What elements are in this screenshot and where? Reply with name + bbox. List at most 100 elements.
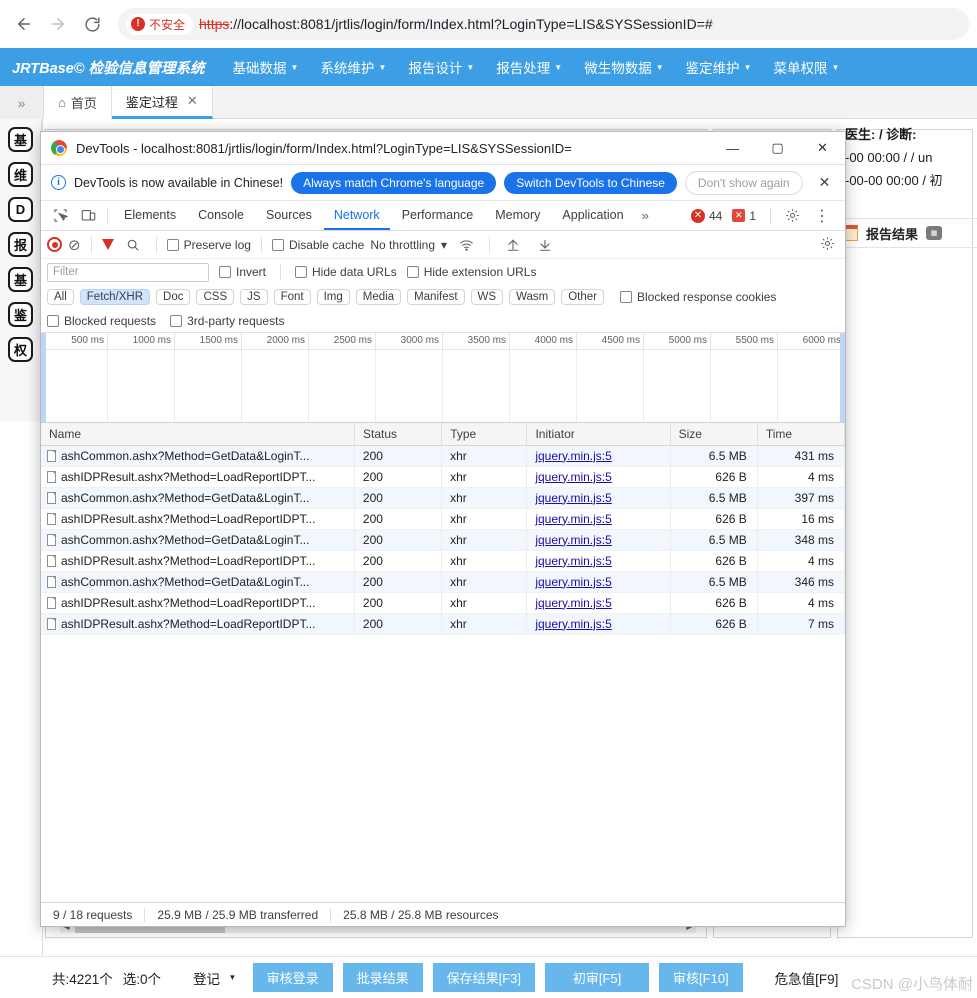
cell-name[interactable]: ashIDPResult.ashx?Method=LoadReportIDPT.… <box>41 550 355 572</box>
throttling-caret-icon[interactable]: ▾ <box>441 238 447 252</box>
network-overview-timeline[interactable]: 500 ms 1000 ms 1500 ms 2000 ms 2500 ms 3… <box>41 333 845 423</box>
table-row[interactable]: ashCommon.ashx?Method=GetData&LoginT... … <box>41 571 845 593</box>
checkbox-box[interactable] <box>47 314 59 327</box>
tab-performance[interactable]: Performance <box>392 202 484 230</box>
column-header-name[interactable]: Name <box>41 423 356 446</box>
tab-memory[interactable]: Memory <box>485 202 550 230</box>
column-header-status[interactable]: Status <box>355 423 443 446</box>
type-chip-font[interactable]: Font <box>273 289 311 305</box>
blocked-requests-checkbox[interactable]: Blocked requests <box>47 314 156 328</box>
cell-initiator[interactable]: jquery.min.js:5 <box>527 446 671 467</box>
minimize-button[interactable]: — <box>710 132 755 164</box>
close-button[interactable]: ✕ <box>800 132 845 164</box>
initiator-link[interactable]: jquery.min.js:5 <box>535 449 611 463</box>
preserve-log-checkbox[interactable]: Preserve log <box>166 238 251 252</box>
cell-name[interactable]: ashIDPResult.ashx?Method=LoadReportIDPT.… <box>41 592 355 614</box>
blocked-response-cookies-checkbox[interactable]: Blocked response cookies <box>620 290 776 304</box>
type-chip-other[interactable]: Other <box>561 289 604 305</box>
close-icon[interactable]: ✕ <box>187 93 198 109</box>
rail-icon-maintenance[interactable]: 维 <box>8 162 33 187</box>
filter-input[interactable]: Filter <box>47 262 209 282</box>
clear-icon[interactable]: ⊘ <box>68 236 81 254</box>
table-row[interactable]: ashCommon.ashx?Method=GetData&LoginT... … <box>41 446 845 467</box>
tab-elements[interactable]: Elements <box>114 202 186 230</box>
first-review-button[interactable]: 初审[F5] <box>545 963 650 992</box>
audit-login-button[interactable]: 审核登录 <box>252 963 333 992</box>
third-party-requests-checkbox[interactable]: 3rd-party requests <box>170 314 284 328</box>
sidebar-collapse-icon[interactable]: » <box>0 86 44 119</box>
checkbox-box[interactable] <box>620 291 632 303</box>
menu-item-report-design[interactable]: 报告设计 ▼ <box>408 57 474 77</box>
security-badge[interactable]: ! 不安全 <box>126 13 194 35</box>
cell-name[interactable]: ashIDPResult.ashx?Method=LoadReportIDPT.… <box>41 508 355 530</box>
initiator-link[interactable]: jquery.min.js:5 <box>535 491 611 505</box>
table-row[interactable]: ashIDPResult.ashx?Method=LoadReportIDPT.… <box>41 508 845 530</box>
type-chip-doc[interactable]: Doc <box>156 289 191 305</box>
type-chip-fetch-xhr[interactable]: Fetch/XHR <box>79 289 151 305</box>
save-result-button[interactable]: 保存结果[F3] <box>432 963 536 992</box>
initiator-link[interactable]: jquery.min.js:5 <box>535 554 611 568</box>
batch-result-button[interactable]: 批录结果 <box>342 963 423 992</box>
rail-icon-basic-2[interactable]: 基 <box>8 267 33 292</box>
column-header-time[interactable]: Time <box>758 423 845 446</box>
tab-identification-process[interactable]: 鉴定过程 ✕ <box>111 86 213 119</box>
checkbox-box[interactable] <box>271 238 284 251</box>
tab-application[interactable]: Application <box>552 202 633 230</box>
reload-icon[interactable] <box>76 8 108 40</box>
upload-icon[interactable] <box>500 232 526 258</box>
cell-name[interactable]: ashCommon.ashx?Method=GetData&LoginT... <box>41 529 355 551</box>
registration-dropdown[interactable]: 登记 ▾ <box>193 968 235 988</box>
review-button[interactable]: 审核[F10] <box>659 963 743 992</box>
menu-item-menu-permissions[interactable]: 菜单权限 ▼ <box>774 57 840 77</box>
type-chip-manifest[interactable]: Manifest <box>407 289 465 305</box>
cell-initiator[interactable]: jquery.min.js:5 <box>527 592 671 614</box>
rail-icon-identification[interactable]: 鉴 <box>8 302 33 327</box>
tab-console[interactable]: Console <box>188 202 254 230</box>
kebab-menu-icon[interactable]: ⋮ <box>809 203 835 229</box>
table-row[interactable]: ashIDPResult.ashx?Method=LoadReportIDPT.… <box>41 613 845 635</box>
cell-initiator[interactable]: jquery.min.js:5 <box>527 508 671 530</box>
rail-icon-basic[interactable]: 基 <box>8 127 33 152</box>
download-icon[interactable] <box>532 232 558 258</box>
disable-cache-checkbox[interactable]: Disable cache <box>271 238 364 252</box>
tab-home[interactable]: ⌂ 首页 <box>44 86 112 119</box>
initiator-link[interactable]: jquery.min.js:5 <box>535 470 611 484</box>
report-result-row[interactable]: 报告结果 ▦ <box>845 218 977 248</box>
gear-icon[interactable] <box>779 203 805 229</box>
initiator-link[interactable]: jquery.min.js:5 <box>535 533 611 547</box>
table-row[interactable]: ashIDPResult.ashx?Method=LoadReportIDPT.… <box>41 466 845 488</box>
invert-checkbox[interactable]: Invert <box>219 265 266 279</box>
checkbox-box[interactable] <box>295 266 308 278</box>
type-chip-ws[interactable]: WS <box>470 289 504 305</box>
rail-icon-d[interactable]: D <box>8 197 33 222</box>
search-icon[interactable] <box>120 232 146 258</box>
device-toolbar-icon[interactable] <box>75 203 101 229</box>
switch-to-chinese-button[interactable]: Switch DevTools to Chinese <box>504 171 677 194</box>
cell-initiator[interactable]: jquery.min.js:5 <box>527 613 671 635</box>
tab-network[interactable]: Network <box>323 202 390 230</box>
maximize-button[interactable]: ▢ <box>755 132 800 164</box>
more-tabs-icon[interactable]: » <box>636 208 655 223</box>
initiator-link[interactable]: jquery.min.js:5 <box>535 512 611 526</box>
cell-initiator[interactable]: jquery.min.js:5 <box>527 466 671 488</box>
table-row[interactable]: ashIDPResult.ashx?Method=LoadReportIDPT.… <box>41 550 845 572</box>
column-header-type[interactable]: Type <box>442 423 528 446</box>
network-settings-gear-icon[interactable] <box>820 236 839 254</box>
initiator-link[interactable]: jquery.min.js:5 <box>535 575 611 589</box>
type-chip-img[interactable]: Img <box>316 289 350 305</box>
checkbox-box[interactable] <box>219 266 231 278</box>
cell-name[interactable]: ashCommon.ashx?Method=GetData&LoginT... <box>41 571 355 593</box>
cell-name[interactable]: ashCommon.ashx?Method=GetData&LoginT... <box>41 487 355 509</box>
forward-arrow-icon[interactable] <box>42 8 74 40</box>
cell-name[interactable]: ashCommon.ashx?Method=GetData&LoginT... <box>41 446 355 467</box>
type-chip-wasm[interactable]: Wasm <box>509 289 556 305</box>
checkbox-box[interactable] <box>166 238 179 251</box>
timeline-left-handle[interactable] <box>41 333 46 422</box>
column-header-initiator[interactable]: Initiator <box>527 423 671 446</box>
cell-name[interactable]: ashIDPResult.ashx?Method=LoadReportIDPT.… <box>41 613 355 635</box>
rail-icon-permission[interactable]: 权 <box>8 337 33 362</box>
tab-sources[interactable]: Sources <box>256 202 322 230</box>
cell-initiator[interactable]: jquery.min.js:5 <box>527 487 671 509</box>
cell-initiator[interactable]: jquery.min.js:5 <box>527 550 671 572</box>
hide-extension-urls-checkbox[interactable]: Hide extension URLs <box>406 265 536 279</box>
